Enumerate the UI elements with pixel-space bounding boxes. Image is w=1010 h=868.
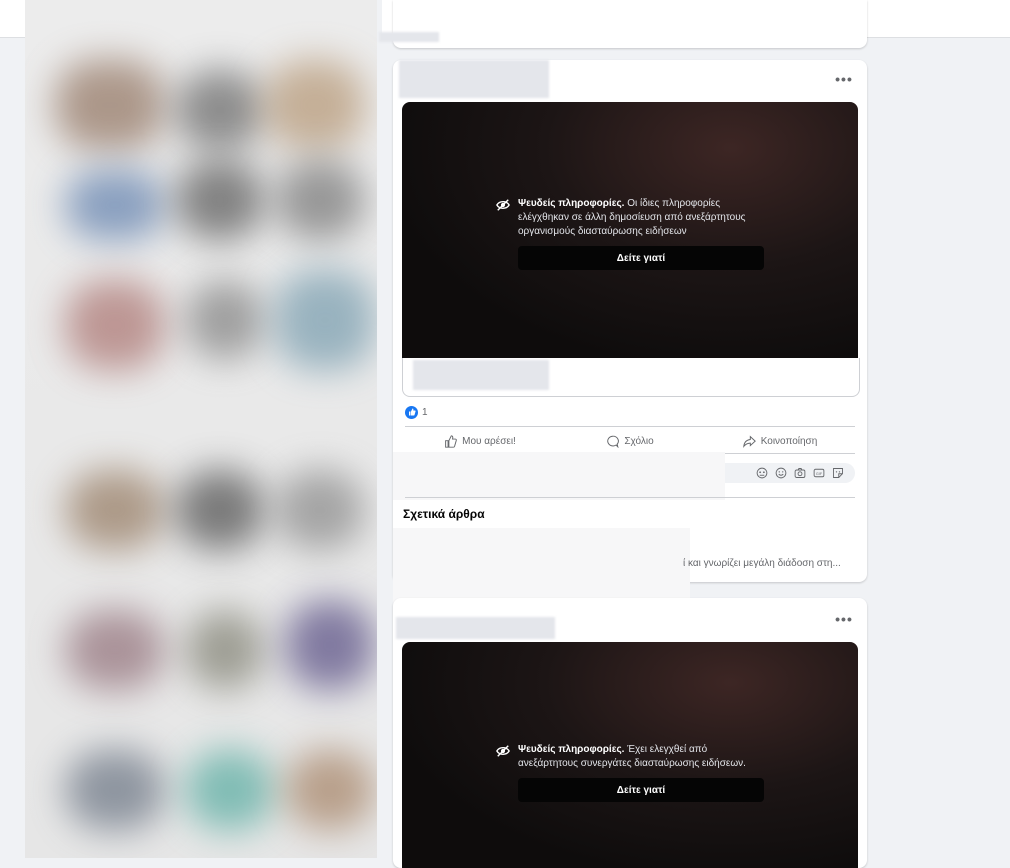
post-menu-button[interactable]: •••	[830, 69, 858, 89]
post-actions: Μου αρέσει! Σχόλιο Κοινοποίηση	[405, 432, 855, 450]
share-label: Κοινοποίηση	[760, 435, 818, 447]
redacted-commenter	[393, 452, 725, 500]
eye-slash-icon	[496, 199, 510, 211]
gif-icon[interactable]: GIF	[812, 466, 826, 480]
related-article-snippet[interactable]: ί και γνωρίζει μεγάλη διάδοση στη...	[683, 558, 857, 569]
like-reaction-icon	[405, 405, 418, 419]
post-media[interactable]: Ψευδείς πληροφορίες. Οι ίδιες πληροφορίε…	[402, 102, 858, 358]
comment-button[interactable]: Σχόλιο	[555, 432, 705, 450]
comment-icon	[607, 435, 620, 448]
comment-composer: GIF	[393, 452, 867, 500]
post-card: ••• Ψευδείς πληροφορίες. Οι ίδιες πληροφ…	[393, 60, 867, 630]
post-media[interactable]: Ψευδείς πληροφορίες. Έχει ελεγχθεί από α…	[402, 642, 858, 868]
column-gap	[377, 0, 382, 858]
see-why-button[interactable]: Δείτε γιατί	[518, 778, 764, 802]
divider	[405, 497, 855, 498]
eye-slash-icon	[496, 745, 510, 757]
warning-title: Ψευδείς πληροφορίες.	[518, 744, 625, 755]
divider	[405, 426, 855, 427]
previous-post-card	[379, 0, 867, 48]
blurred-sidebar	[25, 0, 377, 858]
redacted-author	[399, 60, 549, 98]
warning-text: Ψευδείς πληροφορίες. Έχει ελεγχθεί από α…	[518, 743, 768, 771]
link-preview[interactable]	[402, 358, 860, 397]
emoji-icon[interactable]	[774, 466, 788, 480]
post-card: ••• Ψευδείς πληροφορίες. Έχει ελεγχθεί α…	[393, 598, 867, 868]
sticker-icon[interactable]	[831, 466, 845, 480]
redacted-author	[396, 617, 555, 639]
thumbs-up-icon	[445, 434, 457, 448]
more-icon: •••	[835, 611, 853, 627]
comment-label: Σχόλιο	[624, 435, 654, 447]
share-button[interactable]: Κοινοποίηση	[705, 432, 855, 450]
reaction-summary[interactable]: 1	[405, 404, 428, 420]
related-articles-title: Σχετικά άρθρα	[403, 507, 485, 521]
post-menu-button[interactable]: •••	[830, 609, 858, 629]
warning-title: Ψευδείς πληροφορίες.	[518, 198, 625, 209]
comment-tools: GIF	[755, 466, 845, 480]
redacted-area	[379, 32, 439, 42]
redacted-link-text	[413, 360, 549, 390]
like-label: Μου αρέσει!	[462, 435, 516, 447]
svg-text:GIF: GIF	[816, 472, 823, 476]
more-icon: •••	[835, 71, 853, 87]
share-icon	[742, 435, 756, 448]
like-button[interactable]: Μου αρέσει!	[405, 432, 555, 450]
reaction-count: 1	[422, 406, 428, 418]
avatar-sticker-icon[interactable]	[755, 466, 769, 480]
see-why-button[interactable]: Δείτε γιατί	[518, 246, 764, 270]
camera-icon[interactable]	[793, 466, 807, 480]
warning-text: Ψευδείς πληροφορίες. Οι ίδιες πληροφορίε…	[518, 197, 768, 239]
